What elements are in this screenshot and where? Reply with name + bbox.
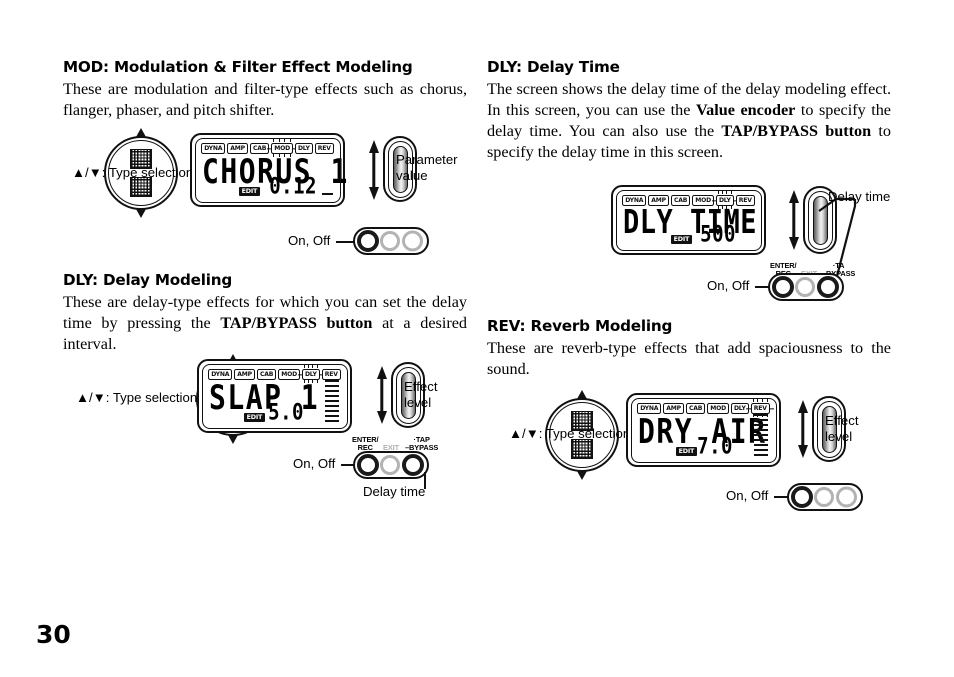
page-number: 30 <box>36 620 71 649</box>
up-arrow-icon <box>577 390 587 399</box>
down-arrow-icon <box>577 471 587 480</box>
bargraph-segment <box>754 438 768 442</box>
encoder-direction-arrows-rev <box>797 400 808 458</box>
bargraph-segment <box>754 423 768 427</box>
type-selection-label-rev: ▲/▼: Type selection <box>509 426 631 441</box>
bargraph-segment <box>754 448 768 451</box>
footswitch-enter-rec-dly-time[interactable] <box>772 276 794 298</box>
bargraph-segment <box>754 418 768 422</box>
pad-down-segment[interactable] <box>571 439 593 459</box>
bargraph-segment <box>754 443 768 447</box>
lcd-screen-rev: DYNA AMP CAB MOD DLY REV DRY AIR EDIT 7.… <box>626 393 781 467</box>
bargraph-segment <box>754 433 768 437</box>
footswitch-2-rev[interactable] <box>814 487 834 507</box>
footswitch-row-dly-time <box>768 273 844 301</box>
section-rev: REV: Reverb Modeling These are reverb-ty… <box>487 317 891 380</box>
level-bargraph-rev <box>754 414 768 456</box>
bargraph-segment <box>754 414 768 417</box>
lcd-value-rev: 7.0 <box>697 433 733 460</box>
section-rev-body: These are reverb-type effects that add s… <box>487 339 891 379</box>
section-rev-title: REV: Reverb Modeling <box>487 317 673 335</box>
bargraph-segment <box>754 453 768 456</box>
footswitch-1-rev[interactable] <box>791 486 813 508</box>
footswitch-tap-bypass-dly-time[interactable] <box>817 276 839 298</box>
encoder-label-rev-line1: Effect <box>825 413 859 428</box>
on-off-label-rev: On, Off <box>726 488 769 503</box>
manual-page: MOD: Modulation & Filter Effect Modeling… <box>0 0 954 677</box>
footswitch-row-rev <box>787 483 863 511</box>
on-off-label-dly-time: On, Off <box>707 278 750 293</box>
footswitch-exit-dly-time[interactable] <box>795 277 815 297</box>
encoder-label-rev-line2: level <box>825 429 853 444</box>
footswitch-3-rev[interactable] <box>836 486 857 508</box>
edit-indicator-rev: EDIT <box>676 446 697 456</box>
delay-time-label-dly-time: Delay time <box>828 189 891 204</box>
bargraph-segment <box>754 428 768 432</box>
